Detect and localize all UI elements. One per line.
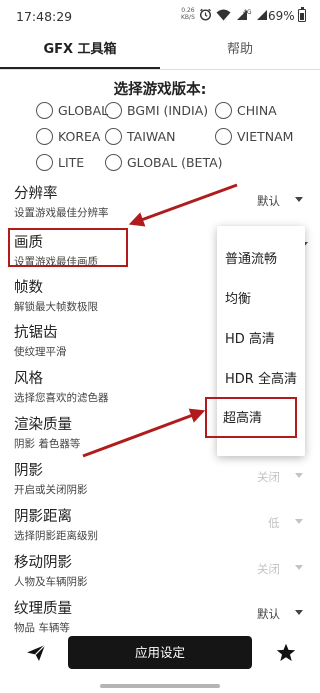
- texture-quality-value[interactable]: 默认: [257, 606, 280, 622]
- radio-bgmi-india[interactable]: BGMI (INDIA): [105, 101, 208, 119]
- radio-circle: [215, 101, 232, 119]
- radio-taiwan[interactable]: TAIWAN: [105, 127, 175, 145]
- radio-vietnam[interactable]: VIETNAM: [215, 127, 293, 145]
- radio-circle: [105, 127, 122, 145]
- radio-circle: [215, 127, 232, 145]
- shadow-distance-value[interactable]: 低: [268, 515, 280, 531]
- menu-item-hdr[interactable]: HDR 全高清: [225, 368, 297, 387]
- signal-icon-2: [257, 9, 268, 20]
- home-indicator: [100, 684, 220, 688]
- resolution-value[interactable]: 默认: [257, 193, 280, 209]
- moving-shadows-value[interactable]: 关闭: [257, 561, 280, 577]
- radio-china[interactable]: CHINA: [215, 101, 277, 119]
- radio-circle: [36, 127, 53, 145]
- tab-help[interactable]: 帮助: [160, 32, 320, 70]
- wifi-icon: [216, 9, 231, 20]
- alarm-icon: [199, 8, 212, 21]
- tab-divider: [0, 69, 320, 70]
- status-icons: 4G: [199, 8, 268, 21]
- send-icon[interactable]: [26, 644, 46, 662]
- radio-label: KOREA: [58, 128, 101, 144]
- chevron-down-icon: [295, 473, 303, 478]
- annotation-box-ultra-hd: [205, 397, 297, 438]
- chevron-down-icon: [295, 197, 303, 202]
- battery-percentage: 69%: [268, 9, 295, 23]
- menu-item-smooth[interactable]: 普通流畅: [225, 248, 277, 267]
- radio-lite[interactable]: LITE: [36, 153, 84, 171]
- radio-label: LITE: [58, 154, 85, 170]
- version-section-title: 选择游戏版本:: [113, 82, 207, 98]
- radio-global-beta[interactable]: GLOBAL (BETA): [105, 153, 223, 171]
- chevron-down-icon: [295, 519, 303, 524]
- radio-label: GLOBAL: [58, 102, 109, 118]
- signal-type-label: 4G: [243, 8, 252, 16]
- radio-label: CHINA: [237, 102, 277, 118]
- radio-circle: [36, 101, 53, 119]
- radio-label: VIETNAM: [237, 128, 294, 144]
- tab-gfx-tool[interactable]: GFX 工具箱: [0, 32, 160, 70]
- radio-label: BGMI (INDIA): [127, 102, 209, 118]
- menu-item-balanced[interactable]: 均衡: [225, 288, 251, 307]
- chevron-down-icon: [295, 565, 303, 570]
- battery-icon: [298, 7, 306, 22]
- menu-item-hd[interactable]: HD 高清: [225, 328, 275, 347]
- radio-label: GLOBAL (BETA): [127, 154, 223, 170]
- annotation-box-graphics: [8, 228, 128, 267]
- chevron-down-icon: [295, 610, 303, 615]
- network-speed: 0.26 KB/S: [181, 7, 195, 21]
- radio-circle: [105, 153, 122, 171]
- radio-global[interactable]: GLOBAL: [36, 101, 108, 119]
- status-time: 17:48:29: [16, 9, 73, 24]
- shadows-value[interactable]: 关闭: [257, 469, 280, 485]
- tab-bar: GFX 工具箱 帮助: [0, 32, 320, 70]
- radio-circle: [36, 153, 53, 171]
- network-speed-unit: KB/S: [181, 13, 195, 21]
- status-bar: 17:48:29 0.26 KB/S 4G 69%: [0, 0, 320, 32]
- apply-settings-button[interactable]: 应用设定: [68, 636, 252, 669]
- radio-circle: [105, 101, 122, 119]
- radio-label: TAIWAN: [127, 128, 176, 144]
- radio-korea[interactable]: KOREA: [36, 127, 101, 145]
- star-icon[interactable]: [276, 643, 296, 662]
